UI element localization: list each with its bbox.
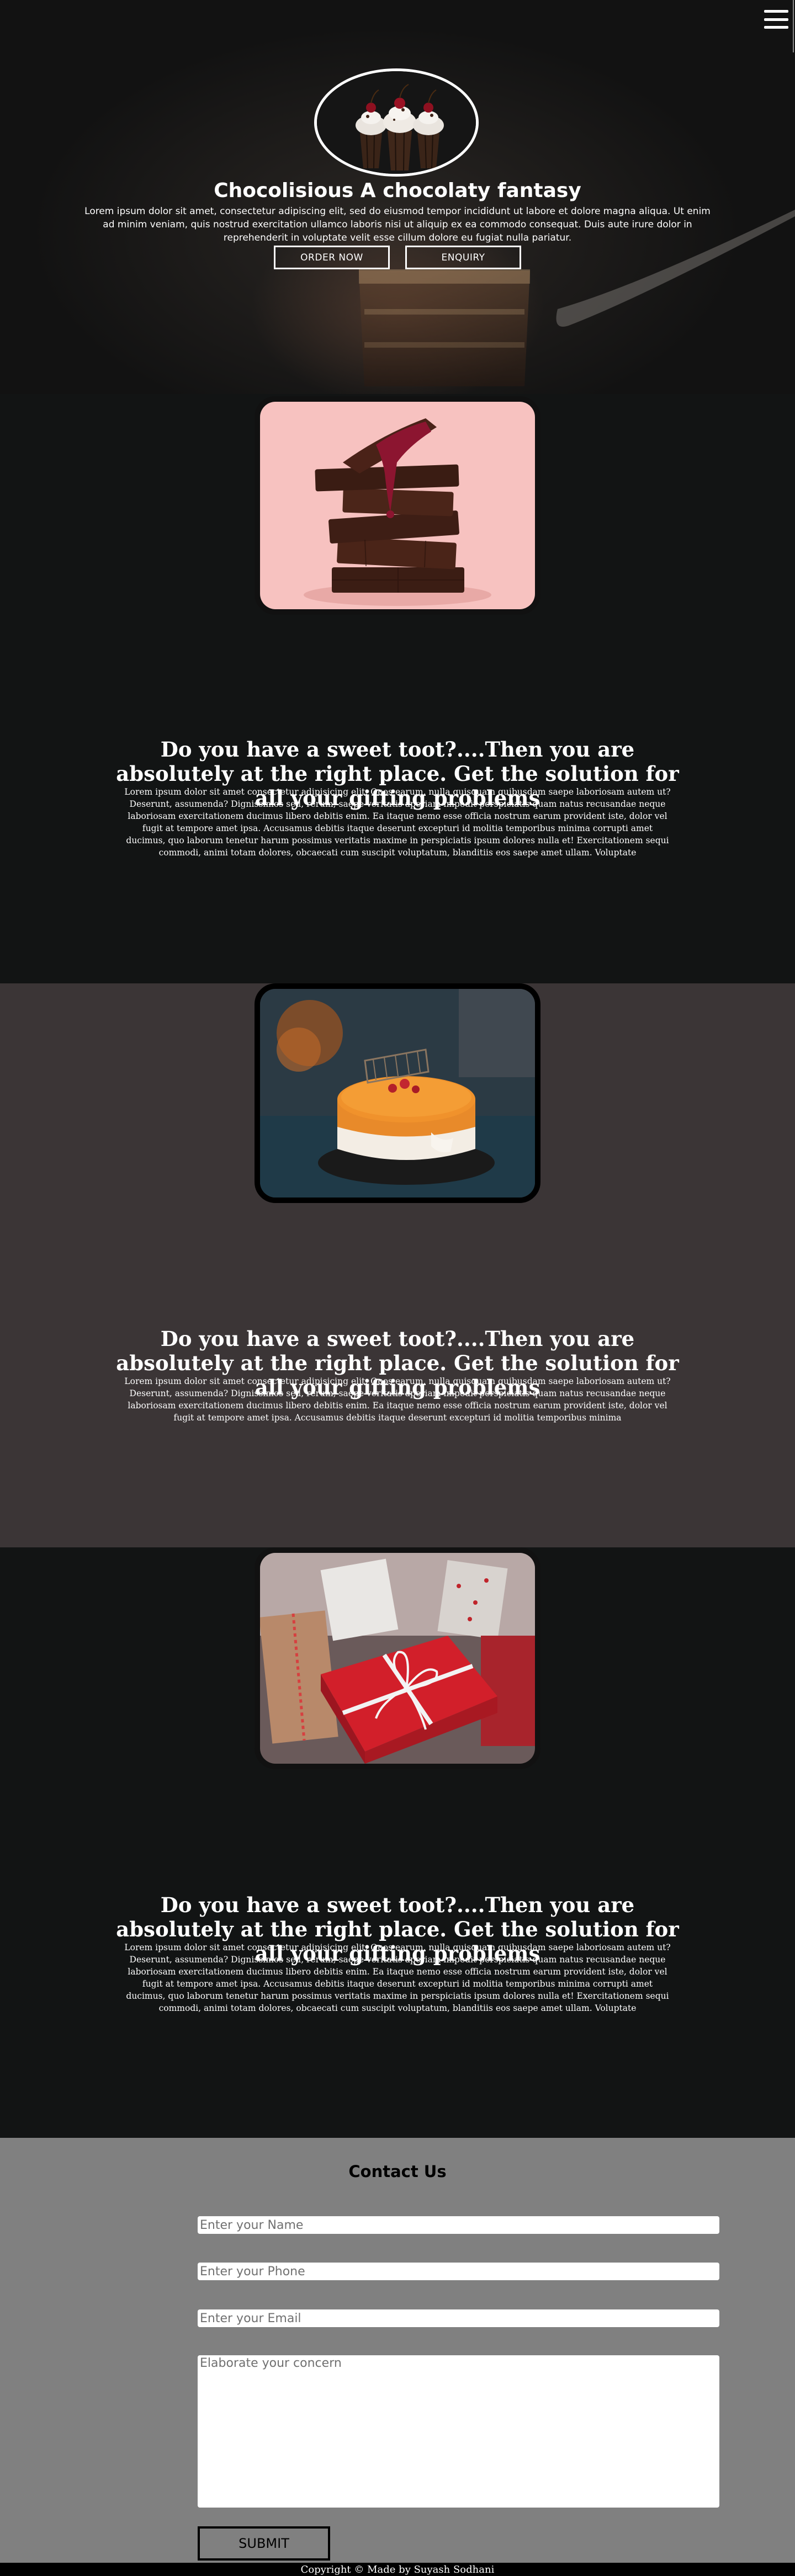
hero-section: Chocolisious A chocolaty fantasy Lorem i…	[0, 0, 795, 394]
footer-copyright: Copyright © Made by Suyash Sodhani	[300, 2563, 495, 2575]
submit-button[interactable]: SUBMIT	[198, 2526, 330, 2561]
footer: Copyright © Made by Suyash Sodhani	[0, 2563, 795, 2576]
feature-section-1: Do you have a sweet toot?....Then you ar…	[0, 394, 795, 983]
email-input[interactable]	[198, 2309, 719, 2327]
name-input[interactable]	[198, 2216, 719, 2234]
section-2-text: Lorem ipsum dolor sit amet consectetur a…	[124, 1376, 671, 1423]
gift-boxes-image	[255, 1547, 540, 1769]
feature-section-3: Do you have a sweet toot?....Then you ar…	[0, 1547, 795, 2138]
chocolate-stack-image	[255, 396, 540, 615]
order-now-button[interactable]: ORDER NOW	[274, 246, 390, 269]
chocolate-cupcakes-image	[314, 68, 479, 177]
orange-cake-image	[255, 983, 540, 1203]
contact-section: Contact Us SUBMIT Copyright © Made by Su…	[0, 2138, 795, 2576]
section-3-text: Lorem ipsum dolor sit amet consectetur a…	[124, 1942, 671, 2013]
scrollbar-thumb[interactable]	[793, 0, 794, 52]
hamburger-menu-icon[interactable]	[764, 10, 788, 29]
section-1-text: Lorem ipsum dolor sit amet consectetur a…	[124, 787, 671, 858]
hero-button-group: ORDER NOW ENQUIRY	[0, 246, 795, 269]
hero-title: Chocolisious A chocolaty fantasy	[214, 179, 581, 202]
hero-description: Lorem ipsum dolor sit amet, consectetur …	[84, 206, 711, 243]
concern-textarea[interactable]	[198, 2355, 719, 2508]
phone-input[interactable]	[198, 2263, 719, 2280]
contact-title: Contact Us	[348, 2162, 447, 2181]
feature-section-2: Do you have a sweet toot?....Then you ar…	[0, 983, 795, 1547]
enquiry-button[interactable]: ENQUIRY	[405, 246, 521, 269]
